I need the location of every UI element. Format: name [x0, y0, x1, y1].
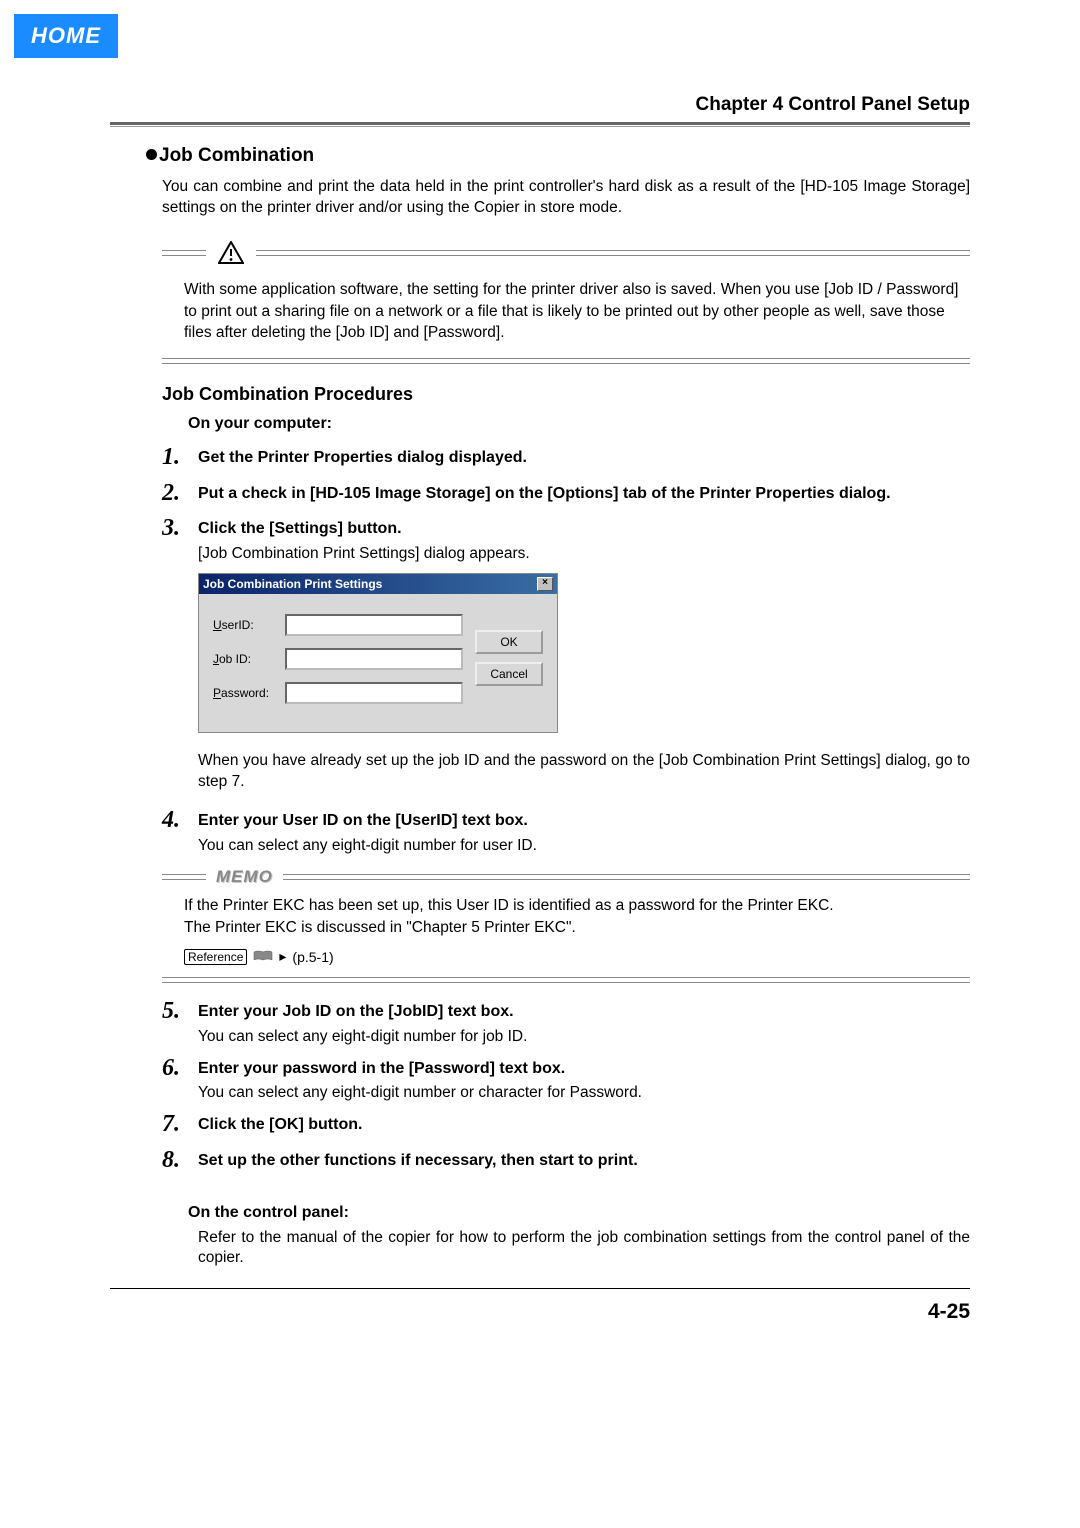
- caution-rule-bottom: [162, 358, 970, 364]
- step-title: Set up the other functions if necessary,…: [198, 1150, 970, 1172]
- memo-label: MEMO: [216, 867, 273, 887]
- ok-button[interactable]: OK: [475, 630, 543, 654]
- step-number: 3.: [162, 516, 198, 565]
- bullet-icon: [146, 149, 157, 160]
- on-panel-label: On the control panel:: [188, 1204, 970, 1222]
- chapter-title: Chapter 4 Control Panel Setup: [110, 94, 970, 116]
- on-computer-label: On your computer:: [188, 415, 970, 433]
- step-number: 8.: [162, 1148, 198, 1176]
- step-7: 7. Click the [OK] button.: [162, 1112, 970, 1140]
- home-tab[interactable]: HOME: [14, 14, 118, 58]
- userid-label: UserID:: [213, 618, 279, 632]
- step-title: Enter your password in the [Password] te…: [198, 1058, 970, 1080]
- step-1: 1. Get the Printer Properties dialog dis…: [162, 445, 970, 473]
- step-number: 2.: [162, 481, 198, 509]
- job-combination-dialog: Job Combination Print Settings × UserID:…: [198, 573, 558, 733]
- memo-text-1: If the Printer EKC has been set up, this…: [184, 895, 970, 917]
- memo-rule-bottom: [162, 977, 970, 983]
- intro-text: You can combine and print the data held …: [162, 177, 970, 219]
- step-2: 2. Put a check in [HD-105 Image Storage]…: [162, 481, 970, 509]
- step-title: Click the [OK] button.: [198, 1114, 970, 1136]
- jobid-input[interactable]: [285, 648, 463, 670]
- step-6: 6. Enter your password in the [Password]…: [162, 1056, 970, 1105]
- jobid-label: Job ID:: [213, 652, 279, 666]
- step-title: Enter your User ID on the [UserID] text …: [198, 810, 970, 832]
- step-8: 8. Set up the other functions if necessa…: [162, 1148, 970, 1176]
- header-rule: [110, 122, 970, 127]
- userid-input[interactable]: [285, 614, 463, 636]
- step-note: You can select any eight-digit number fo…: [198, 1027, 970, 1048]
- footer-rule: [110, 1288, 970, 1289]
- reference-badge: Reference: [184, 949, 247, 965]
- arrow-icon: ▸: [279, 948, 286, 965]
- book-icon: [253, 949, 273, 965]
- caution-text: With some application software, the sett…: [184, 279, 970, 344]
- caution-box: With some application software, the sett…: [162, 241, 970, 364]
- cancel-button[interactable]: Cancel: [475, 662, 543, 686]
- step-3-after: When you have already set up the job ID …: [198, 751, 970, 793]
- caution-rule-right: [256, 250, 970, 256]
- password-input[interactable]: [285, 682, 463, 704]
- section-title: Job Combination: [159, 145, 314, 166]
- step-number: 4.: [162, 808, 198, 857]
- step-number: 7.: [162, 1112, 198, 1140]
- memo-box: MEMO If the Printer EKC has been set up,…: [162, 867, 970, 983]
- step-4: 4. Enter your User ID on the [UserID] te…: [162, 808, 970, 857]
- dialog-titlebar: Job Combination Print Settings ×: [199, 574, 557, 594]
- step-note: You can select any eight-digit number or…: [198, 1083, 970, 1104]
- step-number: 5.: [162, 999, 198, 1048]
- warning-icon: [218, 241, 244, 265]
- step-note: [Job Combination Print Settings] dialog …: [198, 544, 970, 565]
- step-note: You can select any eight-digit number fo…: [198, 836, 970, 857]
- step-title: Enter your Job ID on the [JobID] text bo…: [198, 1001, 970, 1023]
- memo-rule-left: [162, 874, 206, 880]
- step-title: Click the [Settings] button.: [198, 518, 970, 540]
- step-title: Get the Printer Properties dialog displa…: [198, 447, 970, 469]
- step-number: 1.: [162, 445, 198, 473]
- step-title: Put a check in [HD-105 Image Storage] on…: [198, 483, 970, 505]
- on-panel-text: Refer to the manual of the copier for ho…: [198, 1228, 970, 1270]
- dialog-title: Job Combination Print Settings: [203, 577, 382, 591]
- page-number: 4-25: [928, 1300, 970, 1324]
- close-icon[interactable]: ×: [537, 577, 553, 591]
- memo-rule-right: [283, 874, 970, 880]
- memo-text-2: The Printer EKC is discussed in "Chapter…: [184, 917, 970, 939]
- page-content: Chapter 4 Control Panel Setup Job Combin…: [110, 94, 970, 1269]
- password-label: Password:: [213, 686, 279, 700]
- section-heading: Job Combination: [146, 145, 970, 167]
- reference-row: Reference ▸ (p.5-1): [184, 948, 970, 965]
- reference-page: (p.5-1): [292, 949, 333, 965]
- step-number: 6.: [162, 1056, 198, 1105]
- caution-rule-left: [162, 250, 206, 256]
- procedures-heading: Job Combination Procedures: [162, 384, 970, 405]
- step-3: 3. Click the [Settings] button. [Job Com…: [162, 516, 970, 565]
- step-5: 5. Enter your Job ID on the [JobID] text…: [162, 999, 970, 1048]
